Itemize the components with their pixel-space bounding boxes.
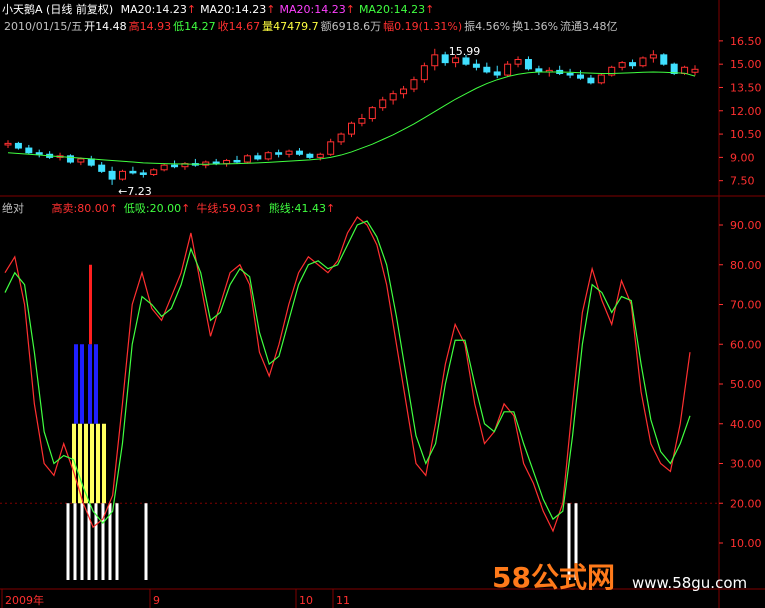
candle-body-35	[368, 107, 376, 120]
date-label-0: 2009年	[5, 593, 44, 607]
candle-body-26	[275, 152, 283, 155]
candle-body-27	[285, 150, 293, 155]
indicator-series-1	[4, 220, 691, 525]
ind-tick-label-4: 50.00	[730, 378, 762, 391]
price-tick-label-4: 10.50	[730, 128, 762, 141]
candle-body-31	[327, 141, 335, 155]
indicator-series-0	[4, 216, 691, 533]
blue-bar-1	[80, 344, 84, 424]
candle-body-42	[441, 54, 449, 64]
candle-body-32	[337, 133, 345, 143]
candle-body-30	[316, 153, 324, 158]
ind-tick-label-0: 90.00	[730, 219, 762, 232]
price-high-label: 15.99	[449, 45, 481, 58]
candle-body-10	[108, 170, 116, 180]
candle-body-2	[25, 147, 33, 154]
candle-body-56	[587, 77, 595, 84]
price-tick-label-0: 16.50	[730, 35, 762, 48]
candle-body-39	[410, 79, 418, 90]
candle-body-49	[514, 59, 522, 65]
candle-body-44	[462, 57, 470, 65]
candle-body-16	[171, 164, 179, 168]
price-tick-label-3: 12.00	[730, 105, 762, 118]
white-bar-2	[80, 503, 84, 580]
price-low-label: ←7.23	[118, 185, 152, 198]
ind-tick-label-3: 60.00	[730, 338, 762, 351]
yellow-bar-3	[90, 423, 94, 504]
candle-body-12	[129, 170, 137, 174]
white-bar-8	[144, 503, 148, 580]
date-label-3: 11	[336, 594, 350, 607]
ind-tick-label-6: 30.00	[730, 458, 762, 471]
candle-body-50	[524, 59, 532, 70]
price-tick-label-1: 15.00	[730, 58, 762, 71]
candle-body-54	[566, 72, 574, 76]
candle-body-13	[139, 172, 147, 175]
candle-body-21	[223, 159, 231, 165]
candle-body-48	[504, 63, 512, 76]
ma20-line	[7, 71, 696, 165]
candle-body-24	[254, 155, 262, 160]
candle-body-0	[4, 142, 12, 146]
red-bar-0	[89, 264, 92, 345]
candle-body-7	[77, 158, 85, 163]
candle-body-60	[629, 62, 637, 67]
candle-body-25	[264, 152, 272, 160]
date-label-1: 9	[153, 594, 160, 607]
candle-body-9	[98, 164, 106, 172]
yellow-bar-4	[96, 423, 100, 504]
price-tick-label-5: 9.00	[730, 151, 755, 164]
candle-body-47	[493, 71, 501, 76]
watermark-logo: 58公式网	[492, 556, 615, 596]
date-label-2: 10	[299, 594, 313, 607]
candle-body-20	[212, 161, 220, 165]
ind-tick-label-5: 40.00	[730, 418, 762, 431]
candle-body-29	[306, 153, 314, 158]
blue-bar-0	[74, 344, 78, 424]
candle-body-28	[295, 150, 303, 155]
candle-body-61	[639, 57, 647, 67]
candle-body-22	[233, 159, 241, 163]
candle-body-64	[670, 63, 678, 74]
candle-body-41	[431, 54, 439, 67]
candle-body-46	[483, 66, 491, 73]
candle-body-55	[577, 74, 584, 79]
candle-body-38	[400, 88, 408, 95]
candle-body-40	[420, 65, 428, 81]
price-tick-label-2: 13.50	[730, 81, 762, 94]
candle-body-3	[35, 152, 43, 155]
candle-body-11	[119, 170, 126, 180]
candle-body-36	[379, 99, 387, 109]
candle-body-33	[348, 122, 355, 135]
candle-body-34	[358, 118, 366, 124]
yellow-bar-5	[102, 423, 106, 504]
chart-canvas: 16.50 15.00 13.50 12.00 10.50 9.00 7.50 15.99 ←7…	[0, 0, 765, 608]
candle-body-57	[597, 74, 605, 84]
white-bar-7	[115, 503, 119, 580]
candle-body-65	[681, 66, 689, 74]
blue-bar-3	[94, 344, 98, 424]
candle-body-1	[14, 142, 22, 149]
ind-tick-label-1: 80.00	[730, 259, 762, 272]
candle-body-43	[452, 57, 460, 64]
white-bar-0	[66, 503, 70, 580]
blue-bar-2	[88, 344, 92, 424]
candle-body-14	[150, 169, 158, 175]
ind-tick-label-7: 20.00	[730, 497, 762, 510]
candle-body-63	[660, 54, 668, 65]
watermark-url: www.58gu.com	[632, 574, 748, 592]
candle-body-8	[87, 158, 95, 166]
ind-tick-label-8: 10.00	[730, 537, 762, 550]
candle-body-62	[649, 54, 657, 59]
price-tick-label-6: 7.50	[730, 175, 755, 188]
candle-body-45	[472, 63, 480, 68]
watermark-text: 58公式网	[492, 561, 615, 594]
candle-body-59	[618, 62, 626, 68]
candle-body-37	[389, 93, 397, 101]
candle-body-15	[160, 164, 168, 171]
candle-body-66	[691, 68, 699, 73]
candle-body-23	[243, 155, 251, 163]
ind-tick-label-2: 70.00	[730, 299, 762, 312]
white-bar-1	[73, 503, 77, 580]
